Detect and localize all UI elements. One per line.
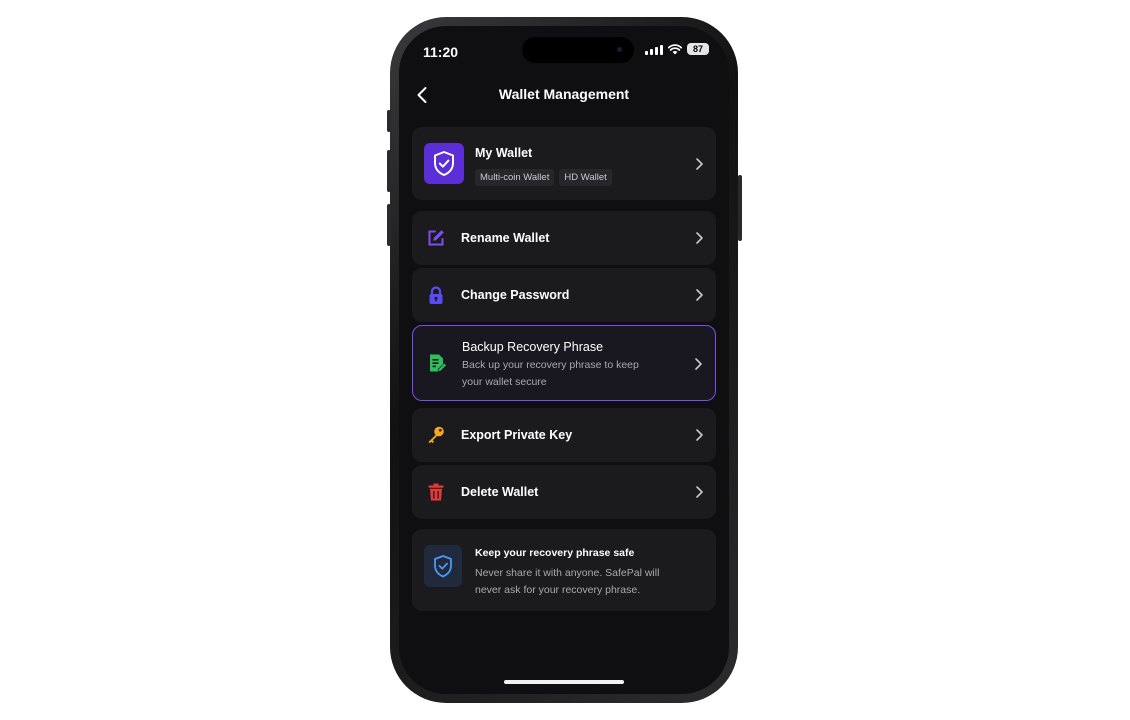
notice-title: Keep your recovery phrase safe (475, 547, 635, 559)
action-button (387, 110, 391, 132)
menu-item-label: Backup Recovery Phrase (462, 340, 604, 354)
wallet-tags: Multi-coin Wallet HD Wallet (475, 167, 617, 186)
page-title: Wallet Management (498, 86, 630, 102)
menu-item-rename-wallet[interactable]: Rename Wallet (412, 211, 716, 265)
menu-item-label: Export Private Key (461, 428, 573, 442)
chevron-right-icon (696, 158, 703, 170)
menu-item-delete-wallet[interactable]: Delete Wallet (412, 465, 716, 519)
wallet-name: My Wallet (475, 146, 533, 160)
wallet-tag: HD Wallet (559, 169, 612, 186)
chevron-right-icon (696, 486, 703, 498)
lock-icon (429, 286, 443, 304)
notice-icon-badge (424, 545, 462, 587)
shield-check-icon (434, 555, 452, 578)
menu-item-change-password[interactable]: Change Password (412, 268, 716, 322)
menu-item-export-private-key[interactable]: Export Private Key (412, 408, 716, 462)
wallet-tag: Multi-coin Wallet (475, 169, 555, 186)
chevron-right-icon (696, 429, 703, 441)
wifi-icon (668, 43, 682, 54)
menu-item-subtitle: Back up your recovery phrase to keep you… (462, 359, 639, 388)
wallet-card[interactable]: My Wallet Multi-coin Wallet HD Wallet (412, 127, 716, 200)
document-edit-icon (430, 354, 446, 372)
menu-item-label: Delete Wallet (461, 485, 539, 499)
edit-icon (428, 230, 444, 246)
app-screen: 11:20 87 Wallet Management My Wallet Mul… (399, 26, 729, 694)
status-time: 11:20 (423, 44, 459, 60)
chevron-right-icon (696, 289, 703, 301)
chevron-right-icon (696, 232, 703, 244)
battery-indicator: 87 (687, 43, 709, 55)
trash-icon (428, 483, 444, 501)
navigation-bar: Wallet Management (399, 82, 729, 108)
key-icon (428, 426, 444, 444)
menu-item-backup-recovery-phrase[interactable]: Backup Recovery Phrase Back up your reco… (412, 325, 716, 401)
dynamic-island (522, 37, 634, 63)
signal-icon (645, 44, 663, 55)
chevron-right-icon (695, 358, 702, 370)
notice-text: Never share it with anyone. SafePal will… (475, 567, 660, 596)
security-notice-card: Keep your recovery phrase safe Never sha… (412, 529, 716, 611)
shield-check-icon (434, 151, 454, 176)
menu-item-label: Change Password (461, 288, 570, 302)
volume-down-button (387, 204, 391, 246)
menu-item-label: Rename Wallet (461, 231, 550, 245)
wallet-avatar (424, 143, 464, 184)
volume-up-button (387, 150, 391, 192)
status-icons: 87 (645, 43, 709, 55)
power-button (738, 175, 742, 241)
home-indicator[interactable] (504, 680, 624, 684)
